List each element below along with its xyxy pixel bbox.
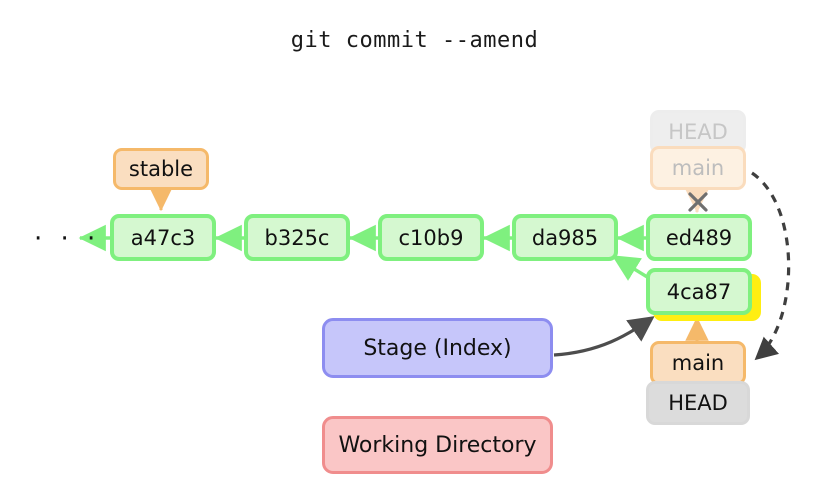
commit-node-b325c[interactable]: b325c [244, 214, 350, 261]
ref-label-main-new[interactable]: main [650, 341, 746, 385]
commit-node-ed489[interactable]: ed489 [646, 214, 752, 261]
ref-label-stable[interactable]: stable [113, 148, 209, 190]
page-title: git commit --amend [290, 28, 539, 53]
commit-node-4ca87[interactable]: 4ca87 [646, 268, 752, 315]
commit-node-da985[interactable]: da985 [512, 214, 618, 261]
ref-label-main-old: main [650, 146, 746, 190]
history-ellipsis: · · · [34, 224, 101, 254]
ref-move-arrow [751, 171, 791, 361]
stage-to-commit-arrow [553, 316, 655, 357]
stage-index-box[interactable]: Stage (Index) [322, 318, 553, 378]
working-directory-box[interactable]: Working Directory [322, 416, 553, 474]
commit-node-c10b9[interactable]: c10b9 [378, 214, 484, 261]
commit-node-a47c3[interactable]: a47c3 [110, 214, 216, 261]
ref-label-head-new[interactable]: HEAD [646, 381, 750, 425]
